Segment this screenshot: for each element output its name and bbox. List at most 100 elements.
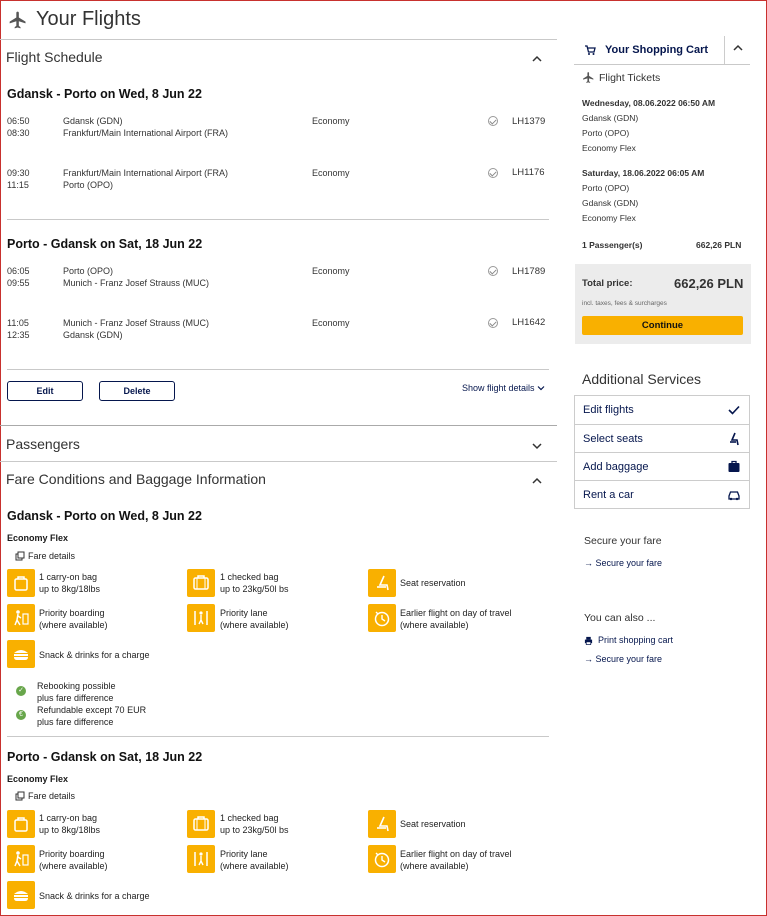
segment-times: 06:50 08:30 xyxy=(7,116,30,138)
service-add-baggage[interactable]: Add baggage xyxy=(575,452,749,480)
feature-snack-drinks: Snack & drinks for a charge xyxy=(39,891,150,901)
taxes-note: incl. taxes, fees & surcharges xyxy=(582,300,667,307)
fare-name: Economy Flex xyxy=(7,533,69,543)
route-heading: Porto - Gdansk on Sat, 18 Jun 22 xyxy=(7,237,203,251)
segment-airports: Munich - Franz Josef Strauss (MUC) Gdansk… xyxy=(63,318,210,340)
fare-details-label: Fare details xyxy=(28,791,76,801)
feature-earlier-flight: Earlier flight on day of travel (where av… xyxy=(400,849,512,871)
route-heading: Porto - Gdansk on Sat, 18 Jun 22 xyxy=(7,750,203,764)
priority-boarding-icon xyxy=(7,604,35,632)
you-can-also-title: You can also ... xyxy=(584,612,656,624)
feature-priority-lane: Priority lane (where available) xyxy=(220,608,289,630)
segment-times: 06:05 09:55 xyxy=(7,266,30,288)
euro-circle-icon: € xyxy=(16,710,26,720)
feature-checked-bag: 1 checked bag up to 23kg/50l bs xyxy=(220,572,289,594)
total-price-box: Total price: 662,26 PLN incl. taxes, fee… xyxy=(575,264,751,344)
secure-fare-link-label: Secure your fare xyxy=(595,654,663,664)
inbound-summary: Saturday, 18.06.2022 06:05 AM Porto (OPO… xyxy=(582,168,705,223)
feature-seat-reservation: Seat reservation xyxy=(400,578,466,588)
carry-on-bag-icon xyxy=(7,569,35,597)
seat-icon xyxy=(730,432,739,445)
flight-number: LH1379 xyxy=(512,116,546,127)
chevron-up-icon[interactable] xyxy=(530,52,544,66)
feature-checked-bag: 1 checked bag up to 23kg/50l bs xyxy=(220,813,289,835)
show-flight-details-link[interactable]: Show flight details xyxy=(462,383,545,393)
print-cart-label: Print shopping cart xyxy=(598,635,674,645)
feature-carry-on: 1 carry-on bag up to 8kg/18lbs xyxy=(39,572,101,594)
service-label: Add baggage xyxy=(583,460,649,473)
check-circle-icon: ✓ xyxy=(16,686,26,696)
clock-icon xyxy=(368,604,396,632)
chevron-down-icon[interactable] xyxy=(530,439,544,453)
fare-name: Economy Flex xyxy=(7,774,69,784)
flight-schedule-title: Flight Schedule xyxy=(6,49,103,65)
shopping-cart-title: Your Shopping Cart xyxy=(605,44,709,56)
external-window-icon xyxy=(15,791,25,801)
chevron-up-icon[interactable] xyxy=(731,41,745,55)
fare-details-label: Fare details xyxy=(28,551,76,561)
page-header: Your Flights xyxy=(8,8,141,31)
feature-priority-boarding: Priority boarding (where available) xyxy=(39,849,108,871)
operated-by-icon xyxy=(488,116,498,126)
feature-snack-drinks: Snack & drinks for a charge xyxy=(39,650,150,660)
secure-fare-link[interactable]: → Secure your fare xyxy=(584,558,662,568)
flight-number: LH1642 xyxy=(512,317,546,328)
checked-bag-icon xyxy=(187,569,215,597)
segment-times: 11:05 12:35 xyxy=(7,318,30,340)
route-heading: Gdansk - Porto on Wed, 8 Jun 22 xyxy=(7,87,202,101)
passenger-price: 662,26 PLN xyxy=(696,240,742,250)
edit-button[interactable]: Edit xyxy=(7,381,83,401)
service-label: Select seats xyxy=(583,432,643,445)
priority-boarding-icon xyxy=(7,845,35,873)
secure-fare-title: Secure your fare xyxy=(584,535,662,547)
additional-services-title: Additional Services xyxy=(582,371,702,387)
seat-icon xyxy=(368,810,396,838)
flight-tickets-heading: Flight Tickets xyxy=(582,71,660,84)
delete-button[interactable]: Delete xyxy=(99,381,175,401)
car-icon xyxy=(728,490,740,500)
chevron-down-icon xyxy=(537,386,544,391)
flight-number: LH1176 xyxy=(512,167,545,178)
snack-drinks-icon xyxy=(7,881,35,909)
flight-tickets-label: Flight Tickets xyxy=(599,71,661,84)
condition-refund: Refundable except 70 EUR plus fare differ… xyxy=(37,705,147,727)
page-title: Your Flights xyxy=(36,8,141,30)
feature-seat-reservation: Seat reservation xyxy=(400,819,466,829)
passengers-title: Passengers xyxy=(6,436,80,452)
airplane-icon xyxy=(583,72,594,83)
print-cart-link[interactable]: Print shopping cart xyxy=(584,635,673,645)
flight-number: LH1789 xyxy=(512,266,546,277)
condition-rebooking: Rebooking possible plus fare difference xyxy=(37,681,116,703)
external-window-icon xyxy=(15,551,25,561)
baggage-icon xyxy=(728,460,740,472)
service-rent-a-car[interactable]: Rent a car xyxy=(575,480,749,508)
operated-by-icon xyxy=(488,318,498,328)
clock-icon xyxy=(368,845,396,873)
segment-airports: Frankfurt/Main International Airport (FR… xyxy=(63,168,229,190)
feature-priority-boarding: Priority boarding (where available) xyxy=(39,608,108,630)
snack-drinks-icon xyxy=(7,640,35,668)
chevron-up-icon[interactable] xyxy=(530,474,544,488)
segment-cabin: Economy xyxy=(312,266,350,276)
operated-by-icon xyxy=(488,168,498,178)
checked-bag-icon xyxy=(187,810,215,838)
secure-fare-link-label: Secure your fare xyxy=(595,558,663,568)
segment-cabin: Economy xyxy=(312,116,350,126)
continue-button[interactable]: Continue xyxy=(582,316,743,335)
service-label: Edit flights xyxy=(583,404,634,416)
cart-icon xyxy=(585,45,596,55)
service-edit-flights[interactable]: Edit flights xyxy=(575,396,749,424)
fare-details-link[interactable]: Fare details xyxy=(15,551,75,561)
additional-services-list: Edit flights Select seats Add baggage Re… xyxy=(574,395,750,509)
fare-details-link[interactable]: Fare details xyxy=(15,791,75,801)
show-flight-details-label: Show flight details xyxy=(462,383,535,393)
carry-on-bag-icon xyxy=(7,810,35,838)
segment-airports: Porto (OPO) Munich - Franz Josef Strauss … xyxy=(63,266,210,288)
feature-priority-lane: Priority lane (where available) xyxy=(220,849,289,871)
segment-times: 09:30 11:15 xyxy=(7,168,30,190)
fare-conditions-title: Fare Conditions and Baggage Information xyxy=(6,471,266,487)
total-price-label: Total price: xyxy=(582,278,633,289)
airplane-icon xyxy=(9,11,26,28)
service-select-seats[interactable]: Select seats xyxy=(575,424,749,452)
secure-fare-link-2[interactable]: → Secure your fare xyxy=(584,654,662,664)
